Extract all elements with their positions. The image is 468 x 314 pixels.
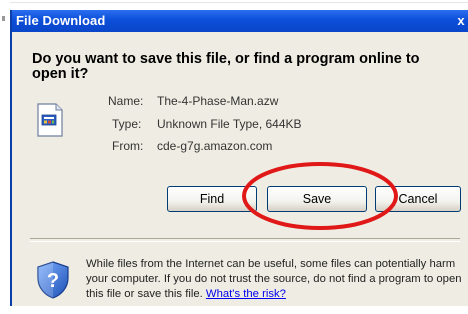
close-button[interactable]: x [454, 13, 468, 29]
file-icon [37, 103, 63, 137]
dialog-title: File Download [16, 13, 106, 28]
separator-line [30, 238, 460, 242]
file-from-label: From: [112, 139, 144, 153]
file-type-label: Type: [112, 117, 142, 131]
left-margin-marks [0, 0, 6, 314]
page-top-border [10, 2, 468, 3]
svg-text:?: ? [47, 270, 59, 292]
file-download-dialog: File Download x Do you want to save this… [10, 10, 468, 306]
file-from-value: cde-g7g.amazon.com [157, 139, 273, 153]
file-name-value: The-4-Phase-Man.azw [157, 94, 279, 108]
download-question: Do you want to save this file, or find a… [32, 51, 420, 82]
file-name-label: Name: [108, 94, 144, 108]
whats-the-risk-link[interactable]: What's the risk? [206, 288, 286, 300]
security-warning: While files from the Internet can be use… [86, 257, 466, 302]
shield-question-icon: ? [37, 261, 69, 299]
file-type-value: Unknown File Type, 644KB [157, 117, 302, 131]
save-highlight-circle [242, 162, 398, 230]
title-bar[interactable]: File Download x [12, 10, 468, 32]
